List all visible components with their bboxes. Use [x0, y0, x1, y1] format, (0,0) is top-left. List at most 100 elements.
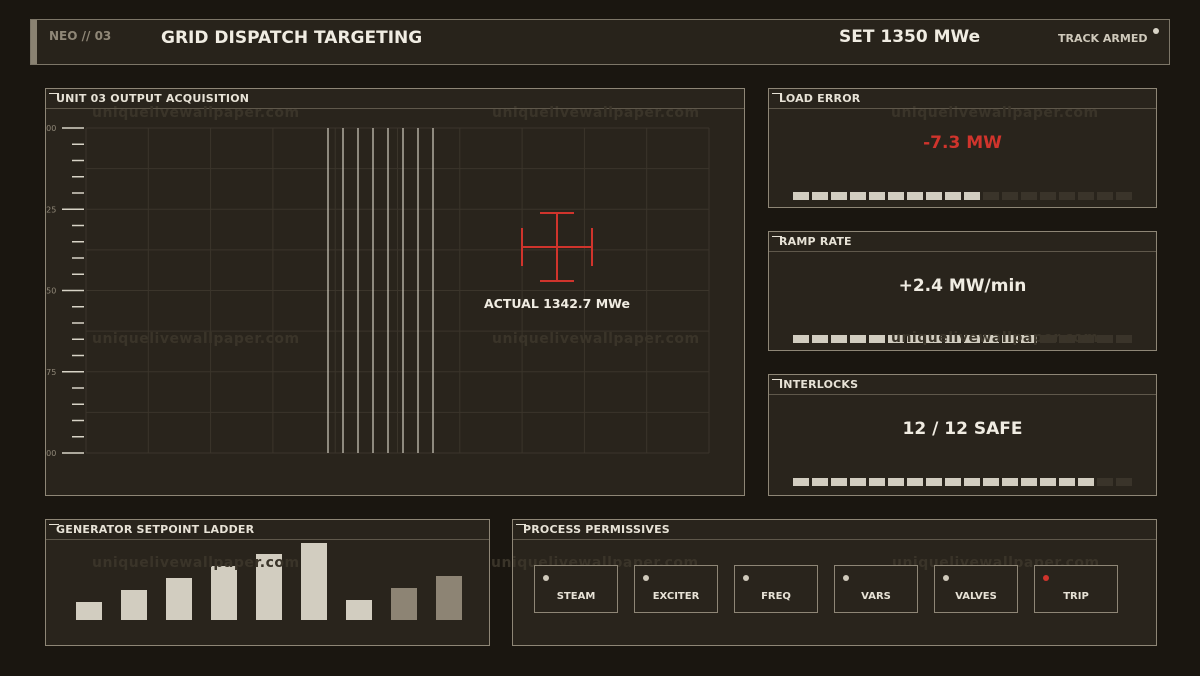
bar-segment — [1021, 335, 1037, 343]
permissive-label: EXCITER — [652, 591, 700, 602]
output-acquisition-panel: UNIT 03 OUTPUT ACQUISITION 1500142513501… — [45, 88, 745, 496]
bar-segment — [869, 335, 885, 343]
ramp-rate-title: RAMP RATE — [769, 232, 1156, 252]
bar-segment — [888, 192, 904, 200]
y-tick-label: 1425 — [46, 205, 56, 214]
bar-segment — [983, 192, 999, 200]
bar-segment — [793, 192, 809, 200]
permissive-label: VARS — [861, 591, 891, 602]
bar-segment — [831, 478, 847, 486]
permissive-freq-button[interactable]: FREQ — [734, 565, 818, 613]
load-error-panel: LOAD ERROR -7.3 MW uniquelivewallpaper.c… — [768, 88, 1157, 208]
ramp-rate-value: +2.4 MW/min — [898, 276, 1027, 296]
bar-segment — [1002, 478, 1018, 486]
ramp-rate-panel: RAMP RATE +2.4 MW/min uniquelivewallpape… — [768, 231, 1157, 351]
bar-segment — [1097, 335, 1113, 343]
interlocks-value: 12 / 12 SAFE — [902, 419, 1023, 439]
y-tick-label: 1200 — [46, 449, 56, 458]
bar-segment — [945, 192, 961, 200]
ladder-bar — [76, 602, 102, 620]
bar-segment — [888, 335, 904, 343]
permissive-exciter-button[interactable]: EXCITER — [634, 565, 718, 613]
bar-segment — [1078, 335, 1094, 343]
track-status: TRACK ARMED — [1058, 32, 1148, 45]
actual-output-label: ACTUAL 1342.7 MWe — [484, 296, 630, 311]
permissives-title: PROCESS PERMISSIVES — [513, 520, 1156, 540]
ladder-bar — [256, 554, 282, 620]
permissive-vars-button[interactable]: VARS — [834, 565, 918, 613]
bar-segment — [831, 335, 847, 343]
ladder-bar — [211, 566, 237, 620]
bar-segment — [869, 192, 885, 200]
permissive-label: VALVES — [955, 591, 997, 602]
process-permissives-panel: PROCESS PERMISSIVES uniquelivewallpaper.… — [491, 519, 1157, 646]
y-tick-label: 1500 — [46, 124, 56, 133]
load-error-value: -7.3 MW — [923, 133, 1002, 153]
status-lamp-icon — [743, 575, 749, 581]
ladder-bar — [301, 543, 327, 620]
unit-code: NEO // 03 — [49, 29, 112, 43]
bar-segment — [1059, 335, 1075, 343]
header-accent — [31, 20, 37, 64]
load-error-bar — [793, 185, 1135, 204]
bar-segment — [926, 478, 942, 486]
header-bar: NEO // 03 GRID DISPATCH TARGETING SET 13… — [30, 19, 1170, 65]
permissive-label: STEAM — [556, 591, 596, 602]
bar-segment — [1021, 478, 1037, 486]
bar-segment — [1040, 335, 1056, 343]
status-lamp-icon — [943, 575, 949, 581]
bar-segment — [964, 192, 980, 200]
interlocks-title: INTERLOCKS — [769, 375, 1156, 395]
ladder-bar — [166, 578, 192, 620]
bar-segment — [1059, 192, 1075, 200]
permissive-valves-button[interactable]: VALVES — [934, 565, 1018, 613]
bar-segment — [1002, 335, 1018, 343]
permissive-steam-button[interactable]: STEAM — [534, 565, 618, 613]
status-lamp-icon — [643, 575, 649, 581]
bar-segment — [1078, 192, 1094, 200]
y-tick-label: 1275 — [46, 368, 56, 377]
bar-segment — [850, 335, 866, 343]
load-error-title: LOAD ERROR — [769, 89, 1156, 109]
setpoint-readout: SET 1350 MWe — [839, 27, 981, 47]
bar-segment — [1097, 192, 1113, 200]
bar-segment — [907, 335, 923, 343]
ladder-bar — [436, 576, 462, 620]
bar-segment — [964, 478, 980, 486]
interlocks-panel: INTERLOCKS 12 / 12 SAFE — [768, 374, 1157, 496]
status-lamp-icon — [843, 575, 849, 581]
bar-segment — [850, 192, 866, 200]
setpoint-ladder-chart — [76, 543, 462, 620]
bar-segment — [983, 478, 999, 486]
bar-segment — [793, 335, 809, 343]
bar-segment — [1002, 192, 1018, 200]
bar-segment — [812, 192, 828, 200]
bar-segment — [831, 192, 847, 200]
acquisition-plot[interactable]: 1500 1425 1350 1275 1200 ACTUAL 1342.7 MWe — [46, 89, 744, 495]
bar-segment — [1116, 192, 1132, 200]
bar-segment — [888, 478, 904, 486]
bar-segment — [964, 335, 980, 343]
bar-segment — [1040, 478, 1056, 486]
bar-segment — [1097, 478, 1113, 486]
status-dot-icon — [1153, 28, 1159, 34]
bar-segment — [1059, 478, 1075, 486]
bar-segment — [945, 478, 961, 486]
bar-segment — [1040, 192, 1056, 200]
y-tick-label: 1350 — [46, 287, 56, 296]
bar-segment — [1078, 478, 1094, 486]
bar-segment — [983, 335, 999, 343]
bar-segment — [926, 335, 942, 343]
page-title: GRID DISPATCH TARGETING — [161, 28, 423, 48]
permissive-trip-button[interactable]: TRIP — [1034, 565, 1118, 613]
bar-segment — [907, 478, 923, 486]
permissive-label: TRIP — [1063, 591, 1089, 602]
bar-segment — [812, 335, 828, 343]
bar-segment — [869, 478, 885, 486]
bar-segment — [812, 478, 828, 486]
interlocks-bar — [793, 471, 1135, 490]
bar-segment — [926, 192, 942, 200]
bar-segment — [945, 335, 961, 343]
status-lamp-icon — [1043, 575, 1049, 581]
crosshair-icon[interactable] — [521, 212, 593, 282]
